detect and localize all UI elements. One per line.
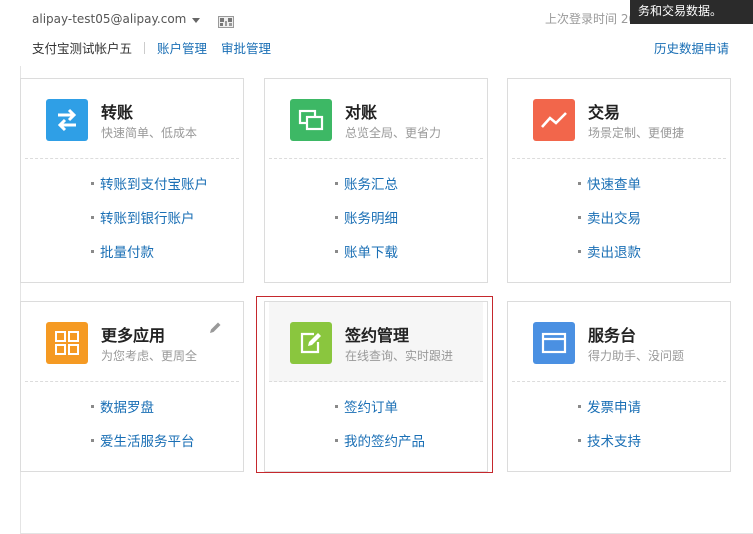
list-item: 技术支持	[578, 432, 730, 466]
account-email: alipay-test05@alipay.com	[32, 12, 187, 26]
qr-code-icon[interactable]	[218, 13, 235, 28]
transfer-arrows-icon[interactable]	[46, 99, 88, 141]
bill-download-link[interactable]: 账单下载	[344, 245, 398, 261]
list-item: 账务明细	[335, 209, 487, 243]
account-summary-link[interactable]: 账务汇总	[344, 177, 398, 193]
card-title[interactable]: 对账	[345, 99, 377, 123]
list-item: 转账到支付宝账户	[91, 175, 243, 209]
header: alipay-test05@alipay.com 支付宝测试帐户五 账户管理 审…	[0, 0, 753, 66]
bullet	[335, 249, 338, 253]
card-title[interactable]: 服务台	[588, 322, 636, 346]
card-link-list: 账务汇总 账务明细 账单下载	[265, 159, 487, 277]
list-item: 转账到银行账户	[91, 209, 243, 243]
reconcile-windows-icon[interactable]	[290, 99, 332, 141]
bullet	[91, 215, 94, 219]
card-title[interactable]: 更多应用	[101, 322, 165, 346]
bullet	[91, 404, 94, 408]
account-row: alipay-test05@alipay.com	[32, 10, 235, 28]
list-item: 爱生活服务平台	[91, 432, 243, 466]
list-item: 账单下载	[335, 243, 487, 277]
list-item: 批量付款	[91, 243, 243, 277]
history-data-request-link[interactable]: 历史数据申请	[654, 38, 729, 57]
bullet	[335, 215, 338, 219]
card-header: 对账 总览全局、更省力	[269, 79, 483, 159]
tooltip: 务和交易数据。	[630, 0, 753, 24]
card-trade: 交易 场景定制、更便捷 快速查单 卖出交易 卖出退款	[507, 78, 731, 283]
list-item: 卖出退款	[578, 243, 730, 277]
card-transfer: 转账 快速简单、低成本 转账到支付宝账户 转账到银行账户 批量付款	[20, 78, 244, 283]
card-title[interactable]: 交易	[588, 99, 620, 123]
tech-support-link[interactable]: 技术支持	[587, 434, 641, 450]
quick-order-query-link[interactable]: 快速查单	[587, 177, 641, 193]
transfer-to-alipay-link[interactable]: 转账到支付宝账户	[100, 177, 208, 193]
nav-divider	[144, 41, 146, 54]
card-link-list: 转账到支付宝账户 转账到银行账户 批量付款	[21, 159, 243, 277]
card-subtitle: 场景定制、更便捷	[588, 126, 685, 140]
card-subtitle: 为您考虑、更周全	[101, 349, 198, 363]
list-item: 快速查单	[578, 175, 730, 209]
card-link-list: 快速查单 卖出交易 卖出退款	[508, 159, 730, 277]
pencil-icon[interactable]	[207, 320, 223, 336]
sales-refund-link[interactable]: 卖出退款	[587, 245, 641, 261]
card-reconciliation: 对账 总览全局、更省力 账务汇总 账务明细 账单下载	[264, 78, 488, 283]
bullet	[91, 249, 94, 253]
bullet	[578, 181, 581, 185]
card-service-desk: 服务台 得力助手、没问题 发票申请 技术支持	[507, 301, 731, 472]
bullet	[91, 438, 94, 442]
list-item: 卖出交易	[578, 209, 730, 243]
card-link-list: 发票申请 技术支持	[508, 382, 730, 466]
card-subtitle: 得力助手、没问题	[588, 349, 685, 363]
selection-outline	[256, 296, 493, 473]
sales-transactions-link[interactable]: 卖出交易	[587, 211, 641, 227]
bullet	[578, 438, 581, 442]
transfer-to-bank-link[interactable]: 转账到银行账户	[100, 211, 195, 227]
bullet	[91, 181, 94, 185]
card-header: 转账 快速简单、低成本	[25, 79, 239, 159]
card-header: 更多应用 为您考虑、更周全	[25, 302, 239, 382]
koubei-service-platform-link[interactable]: 爱生活服务平台	[100, 434, 195, 450]
card-subtitle: 总览全局、更省力	[345, 126, 442, 140]
account-name: 支付宝测试帐户五	[32, 41, 133, 56]
account-details-link[interactable]: 账务明细	[344, 211, 398, 227]
invoice-request-link[interactable]: 发票申请	[587, 400, 641, 416]
bullet	[578, 215, 581, 219]
account-dropdown-icon[interactable]	[192, 17, 201, 23]
card-subtitle: 快速简单、低成本	[101, 126, 198, 140]
batch-payment-link[interactable]: 批量付款	[100, 245, 154, 261]
card-header: 交易 场景定制、更便捷	[512, 79, 726, 159]
card-more-apps: 更多应用 为您考虑、更周全 数据罗盘 爱生活服务平台	[20, 301, 244, 472]
account-management-link[interactable]: 账户管理	[157, 38, 207, 57]
bullet	[335, 181, 338, 185]
app-grid-icon[interactable]	[46, 322, 88, 364]
card-link-list: 数据罗盘 爱生活服务平台	[21, 382, 243, 466]
account-nav: 支付宝测试帐户五 账户管理 审批管理	[32, 38, 271, 57]
service-window-icon[interactable]	[533, 322, 575, 364]
card-header: 服务台 得力助手、没问题	[512, 302, 726, 382]
list-item: 数据罗盘	[91, 398, 243, 432]
data-compass-link[interactable]: 数据罗盘	[100, 400, 154, 416]
list-item: 发票申请	[578, 398, 730, 432]
trend-line-icon[interactable]	[533, 99, 575, 141]
bullet	[578, 249, 581, 253]
card-title[interactable]: 转账	[101, 99, 133, 123]
list-item: 账务汇总	[335, 175, 487, 209]
bullet	[578, 404, 581, 408]
approval-management-link[interactable]: 审批管理	[221, 38, 271, 57]
